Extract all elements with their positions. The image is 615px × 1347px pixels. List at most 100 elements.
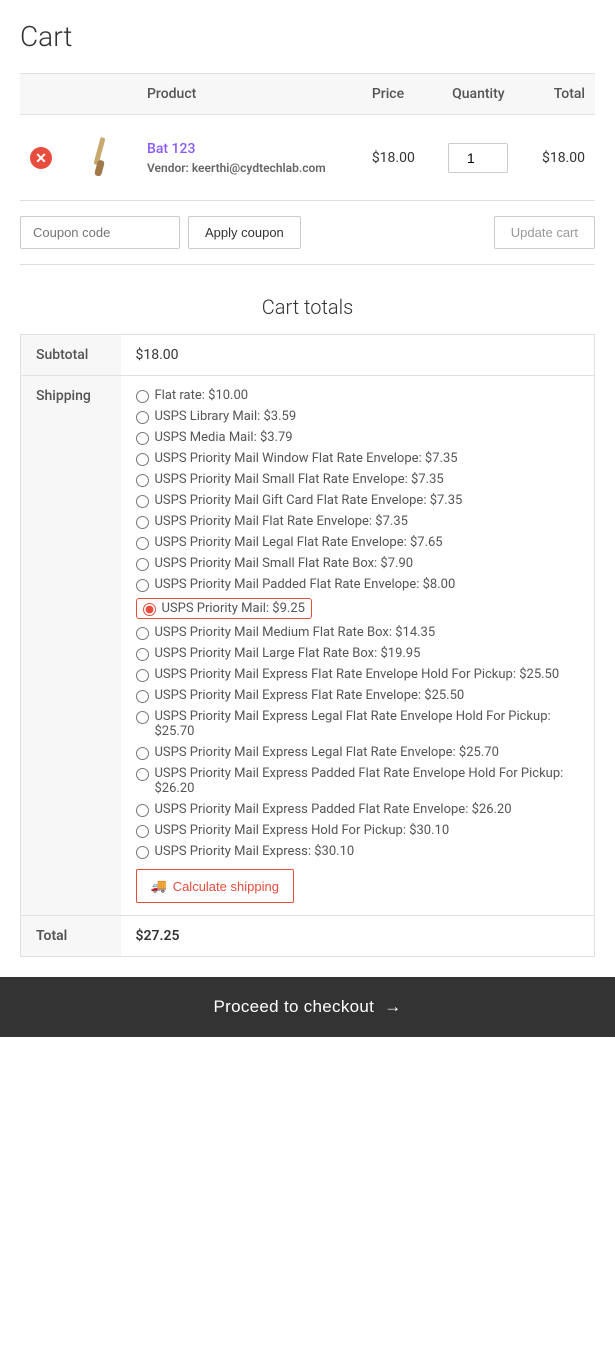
shipping-option: USPS Priority Mail Express Legal Flat Ra… (136, 709, 580, 739)
shipping-option-radio[interactable] (136, 825, 149, 838)
shipping-option: USPS Priority Mail Express Padded Flat R… (136, 766, 580, 796)
shipping-option-radio[interactable] (136, 768, 149, 781)
checkout-button-wrapper: Proceed to checkout → (0, 977, 615, 1037)
shipping-option-radio[interactable] (136, 648, 149, 661)
quantity-input[interactable] (448, 143, 508, 173)
shipping-row: Shipping Flat rate: $10.00 USPS Library M… (21, 376, 595, 916)
cart-totals-section: Cart totals Subtotal $18.00 Shipping Fla… (20, 295, 595, 957)
shipping-option: USPS Library Mail: $3.59 (136, 409, 580, 424)
remove-item-button[interactable]: ✕ (30, 147, 52, 169)
shipping-option-label: USPS Priority Mail Gift Card Flat Rate E… (155, 493, 463, 508)
shipping-option-label: USPS Priority Mail Padded Flat Rate Enve… (155, 577, 456, 592)
truck-icon: 🚚 (151, 878, 167, 894)
shipping-option: Flat rate: $10.00 (136, 388, 580, 403)
shipping-option-radio[interactable] (136, 411, 149, 424)
vendor-label: Vendor: (147, 161, 189, 175)
col-header-quantity: Quantity (433, 74, 524, 115)
shipping-option-label: USPS Priority Mail: $9.25 (162, 601, 305, 616)
shipping-option-label: USPS Library Mail: $3.59 (155, 409, 297, 424)
total-label: Total (21, 916, 121, 957)
shipping-option-label: USPS Priority Mail Small Flat Rate Envel… (155, 472, 444, 487)
shipping-option: USPS Priority Mail Express: $30.10 (136, 844, 580, 859)
total-value: $27.25 (121, 916, 595, 957)
col-header-product: Product (137, 74, 362, 115)
shipping-option: USPS Priority Mail Express Flat Rate Env… (136, 688, 580, 703)
apply-coupon-button[interactable]: Apply coupon (188, 216, 301, 249)
shipping-option: USPS Priority Mail Window Flat Rate Enve… (136, 451, 580, 466)
shipping-option-radio[interactable] (136, 669, 149, 682)
shipping-option-label: USPS Media Mail: $3.79 (155, 430, 293, 445)
shipping-option-label: USPS Priority Mail Express Flat Rate Env… (155, 667, 560, 682)
shipping-option-label: USPS Priority Mail Express Hold For Pick… (155, 823, 450, 838)
shipping-option-label: USPS Priority Mail Express Legal Flat Ra… (155, 709, 580, 739)
cart-totals-title: Cart totals (262, 295, 353, 319)
shipping-option-label: USPS Priority Mail Express: $30.10 (155, 844, 355, 859)
shipping-option: USPS Priority Mail Small Flat Rate Envel… (136, 472, 580, 487)
shipping-option-selected-wrapper: USPS Priority Mail: $9.25 (136, 598, 312, 619)
shipping-option: USPS Priority Mail Padded Flat Rate Enve… (136, 577, 580, 592)
checkout-label: Proceed to checkout (214, 997, 375, 1017)
shipping-options-cell: Flat rate: $10.00 USPS Library Mail: $3.5… (121, 376, 595, 916)
shipping-option: USPS Media Mail: $3.79 (136, 430, 580, 445)
shipping-option-radio[interactable] (143, 603, 156, 616)
shipping-option: USPS Priority Mail Large Flat Rate Box: … (136, 646, 580, 661)
coupon-input[interactable] (20, 216, 180, 249)
shipping-option-radio[interactable] (136, 846, 149, 859)
shipping-option: USPS Priority Mail Express Legal Flat Ra… (136, 745, 580, 760)
shipping-option-radio[interactable] (136, 711, 149, 724)
shipping-option-radio[interactable] (136, 558, 149, 571)
product-price: $18.00 (372, 150, 415, 166)
shipping-option-label: USPS Priority Mail Window Flat Rate Enve… (155, 451, 458, 466)
calculate-shipping-label: Calculate shipping (173, 879, 279, 894)
product-total: $18.00 (542, 150, 585, 166)
shipping-option-radio[interactable] (136, 537, 149, 550)
shipping-option-label: USPS Priority Mail Medium Flat Rate Box:… (155, 625, 436, 640)
cart-table: Product Price Quantity Total ✕ (20, 73, 595, 201)
shipping-option: USPS Priority Mail Medium Flat Rate Box:… (136, 625, 580, 640)
shipping-option-label: USPS Priority Mail Flat Rate Envelope: $… (155, 514, 408, 529)
product-name-link[interactable]: Bat 123 (147, 141, 195, 157)
shipping-option-label: Flat rate: $10.00 (155, 388, 249, 403)
shipping-option: USPS Priority Mail Express Flat Rate Env… (136, 667, 580, 682)
product-vendor: Vendor: keerthi@cydtechlab.com (147, 161, 352, 175)
checkout-arrow-icon: → (384, 997, 401, 1017)
shipping-option-label: USPS Priority Mail Legal Flat Rate Envel… (155, 535, 443, 550)
shipping-option: USPS Priority Mail: $9.25 (136, 598, 580, 619)
shipping-option: USPS Priority Mail Small Flat Rate Box: … (136, 556, 580, 571)
shipping-option-radio[interactable] (136, 495, 149, 508)
shipping-option: USPS Priority Mail Express Padded Flat R… (136, 802, 580, 817)
shipping-option-radio[interactable] (136, 432, 149, 445)
proceed-to-checkout-button[interactable]: Proceed to checkout → (0, 977, 615, 1037)
shipping-option-label: USPS Priority Mail Express Legal Flat Ra… (155, 745, 499, 760)
update-cart-button[interactable]: Update cart (494, 216, 595, 249)
shipping-label: Shipping (21, 376, 121, 916)
shipping-option-radio[interactable] (136, 474, 149, 487)
shipping-options-list: Flat rate: $10.00 USPS Library Mail: $3.5… (136, 388, 580, 859)
shipping-option-radio[interactable] (136, 627, 149, 640)
vendor-email: keerthi@cydtechlab.com (192, 161, 326, 175)
subtotal-label: Subtotal (21, 335, 121, 376)
shipping-option-radio[interactable] (136, 390, 149, 403)
shipping-option-label: USPS Priority Mail Express Flat Rate Env… (155, 688, 465, 703)
total-row: Total $27.25 (21, 916, 595, 957)
shipping-option-label: USPS Priority Mail Express Padded Flat R… (155, 766, 580, 796)
shipping-option: USPS Priority Mail Express Hold For Pick… (136, 823, 580, 838)
coupon-row: Apply coupon Update cart (20, 201, 595, 265)
shipping-option-label: USPS Priority Mail Small Flat Rate Box: … (155, 556, 414, 571)
shipping-option: USPS Priority Mail Legal Flat Rate Envel… (136, 535, 580, 550)
shipping-option-radio[interactable] (136, 690, 149, 703)
shipping-option-label: USPS Priority Mail Express Padded Flat R… (155, 802, 512, 817)
col-header-price: Price (362, 74, 433, 115)
shipping-option-radio[interactable] (136, 747, 149, 760)
product-image (72, 130, 127, 185)
shipping-option-label: USPS Priority Mail Large Flat Rate Box: … (155, 646, 421, 661)
subtotal-row: Subtotal $18.00 (21, 335, 595, 376)
page-title: Cart (20, 20, 595, 53)
shipping-option-radio[interactable] (136, 804, 149, 817)
calculate-shipping-button[interactable]: 🚚 Calculate shipping (136, 869, 294, 903)
shipping-option: USPS Priority Mail Flat Rate Envelope: $… (136, 514, 580, 529)
table-row: ✕ Bat 123 Vendor: keerthi@cy (20, 115, 595, 201)
shipping-option-radio[interactable] (136, 516, 149, 529)
shipping-option-radio[interactable] (136, 453, 149, 466)
shipping-option-radio[interactable] (136, 579, 149, 592)
